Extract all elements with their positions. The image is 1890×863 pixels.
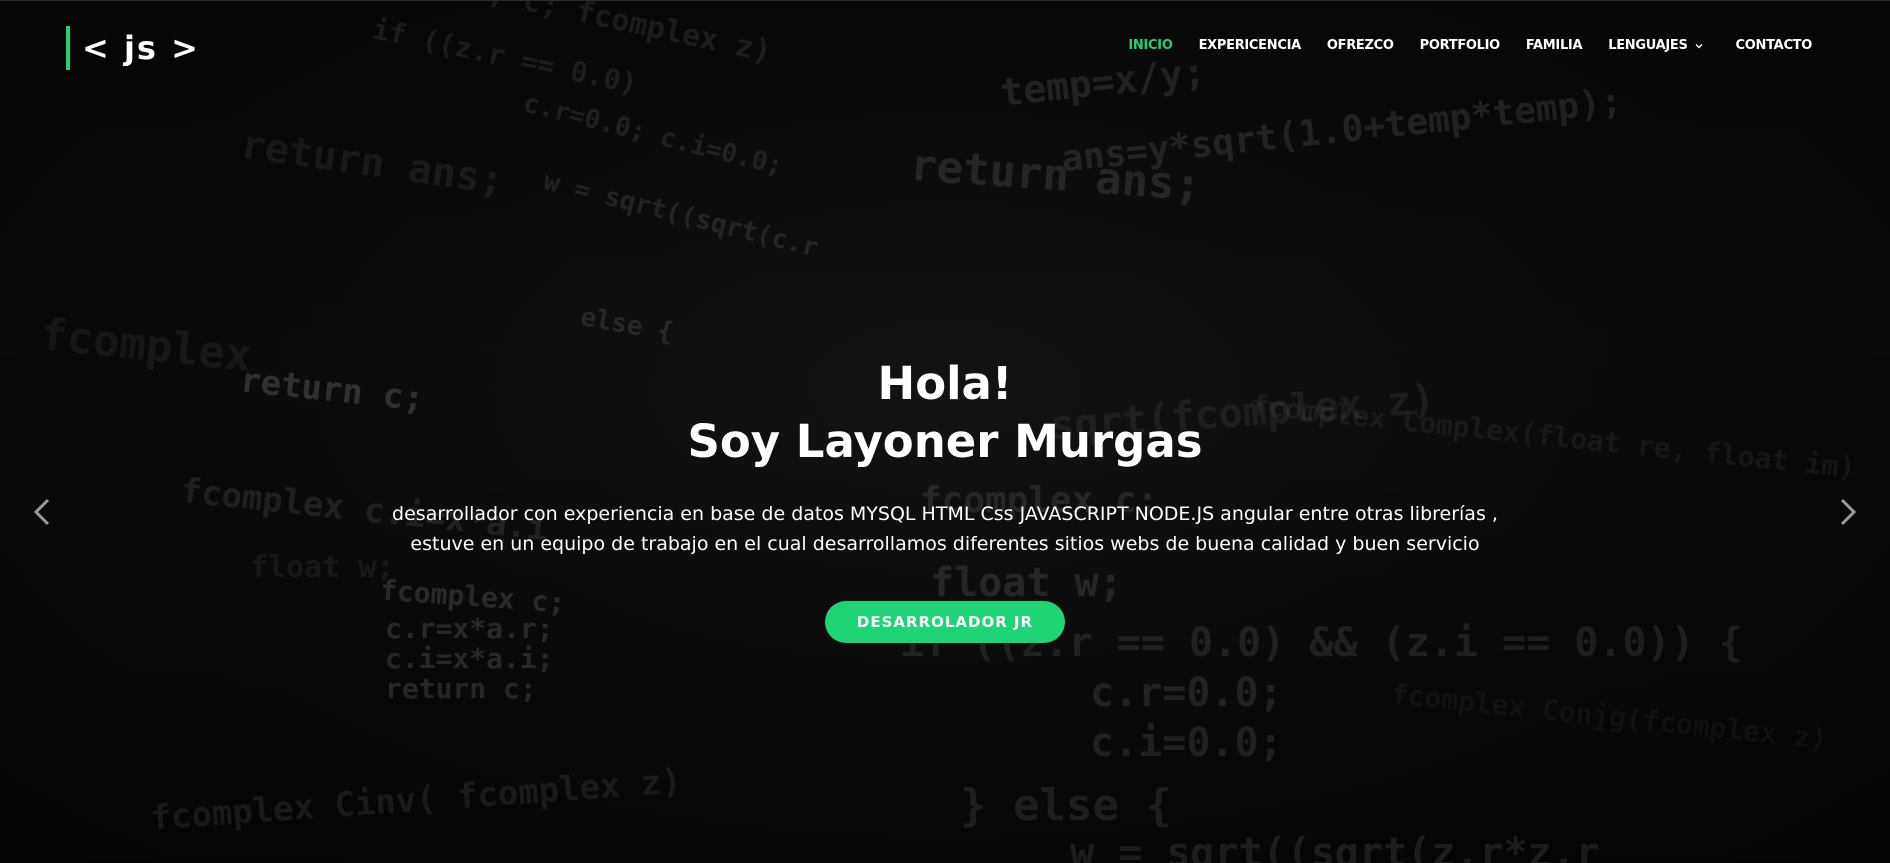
hero-content: Hola! Soy Layoner Murgas desarrollador c… bbox=[0, 355, 1890, 643]
hero-description: desarrollador con experiencia en base de… bbox=[0, 499, 1890, 559]
logo-text: < js > bbox=[82, 29, 200, 67]
nav-item-portfolio[interactable]: PORTFOLIO bbox=[1420, 38, 1501, 53]
nav-item-lenguajes[interactable]: LENGUAJES bbox=[1608, 38, 1703, 53]
nav-item-lenguajes-label: LENGUAJES bbox=[1608, 38, 1688, 53]
logo-accent-bar bbox=[66, 26, 70, 70]
hero-slider: float w; c; fcomplex z) if ((z.r == 0.0)… bbox=[0, 0, 1890, 863]
nav-item-inicio[interactable]: INICIO bbox=[1128, 38, 1172, 53]
cta-button[interactable]: DESARROLADOR JR bbox=[824, 601, 1066, 643]
hero-title: Soy Layoner Murgas bbox=[687, 415, 1203, 468]
nav-item-familia[interactable]: FAMILIA bbox=[1526, 38, 1583, 53]
chevron-down-icon bbox=[1695, 43, 1703, 48]
hero-greeting: Hola! bbox=[877, 357, 1013, 410]
hero-description-line-1: desarrollador con experiencia en base de… bbox=[392, 503, 1498, 525]
main-nav: INICIO EXPERICENCIA OFREZCO PORTFOLIO FA… bbox=[1102, 38, 1812, 53]
site-header: < js > INICIO EXPERICENCIA OFREZCO PORTF… bbox=[0, 0, 1890, 96]
nav-item-contacto[interactable]: CONTACTO bbox=[1736, 38, 1813, 53]
nav-item-experiencia[interactable]: EXPERICENCIA bbox=[1199, 38, 1302, 53]
hero-description-line-2: estuve en un equipo de trabajo en el cua… bbox=[410, 533, 1480, 555]
site-logo[interactable]: < js > bbox=[66, 26, 200, 70]
nav-item-ofrezco[interactable]: OFREZCO bbox=[1327, 38, 1394, 53]
